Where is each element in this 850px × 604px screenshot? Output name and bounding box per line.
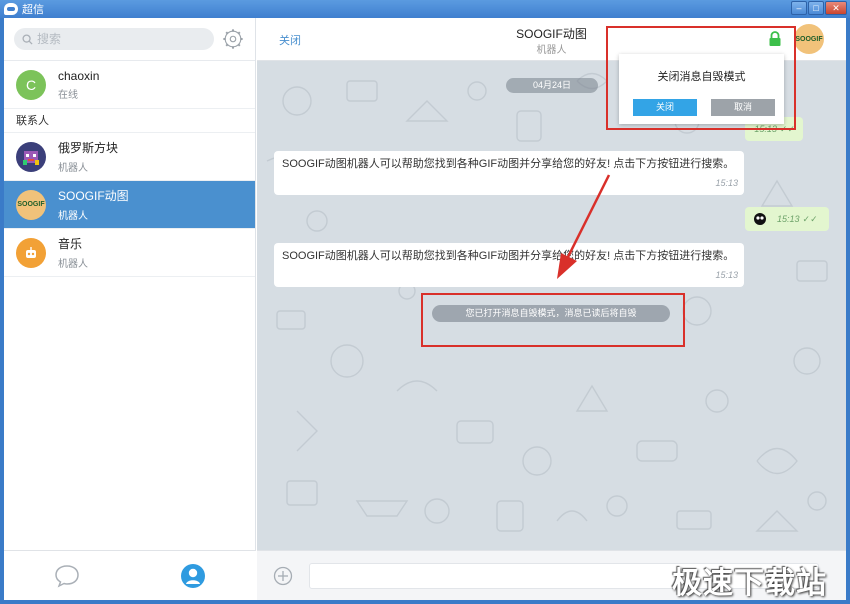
search-area [4, 18, 255, 61]
contact-item-soogif[interactable]: SOOGIF SOOGIF动图 机器人 [4, 181, 255, 229]
search-input[interactable] [37, 32, 197, 46]
minimize-button[interactable]: – [791, 1, 807, 15]
message-text: SOOGIF动图机器人可以帮助您找到各种GIF动图并分享给您的好友! 点击下方按… [282, 250, 735, 262]
window-title: 超信 [22, 4, 44, 16]
annotation-box-notice [421, 293, 685, 347]
message-time: 15:13 [715, 270, 738, 280]
contact-name: 音乐 [58, 237, 83, 251]
profile-status: 在线 [58, 89, 78, 101]
profile-name: chaoxin [58, 68, 100, 83]
sidebar-bottom-nav [4, 550, 256, 600]
read-check-icon: ✓✓ [802, 213, 818, 224]
contact-type: 机器人 [58, 163, 88, 174]
sidebar: C chaoxin 在线 联系人 俄罗斯方块 机器人 SOOGIF SOOGIF… [4, 18, 256, 600]
message-time: 15:13 [777, 214, 800, 224]
date-separator: 04月24日 [506, 78, 598, 93]
contact-item-music[interactable]: 音乐 机器人 [4, 229, 255, 277]
soogif-logo-text: SOOGIF [17, 201, 45, 208]
outgoing-message: 15:13 ✓✓ [745, 207, 829, 231]
message-area: 04月24日 15:13 ✓✓ SOOGIF动图机器人可以帮助您找到各种GIF动… [257, 61, 846, 550]
window-controls: – □ ✕ [791, 1, 847, 15]
watermark: 极速下载站 [672, 566, 827, 601]
app-logo-icon [4, 3, 18, 15]
incoming-message: SOOGIF动图机器人可以帮助您找到各种GIF动图并分享给您的好友! 点击下方按… [274, 243, 744, 287]
annotation-box-popup [606, 26, 796, 130]
message-time: 15:13 [715, 178, 738, 188]
maximize-button[interactable]: □ [808, 1, 824, 15]
contacts-icon[interactable] [180, 563, 206, 589]
contact-name: 俄罗斯方块 [58, 141, 119, 155]
music-avatar [16, 237, 46, 268]
contact-type: 机器人 [58, 211, 88, 222]
chat-avatar-text: SOOGIF [795, 35, 823, 43]
contact-name: SOOGIF动图 [58, 189, 129, 203]
incoming-message: SOOGIF动图机器人可以帮助您找到各种GIF动图并分享给您的好友! 点击下方按… [274, 151, 744, 195]
contact-item-tetris[interactable]: 俄罗斯方块 机器人 [4, 133, 255, 181]
music-bot-icon [26, 246, 36, 258]
gear-icon[interactable] [222, 28, 244, 50]
my-profile[interactable]: C chaoxin 在线 [4, 61, 255, 109]
add-attachment-icon[interactable] [273, 566, 293, 586]
soogif-avatar: SOOGIF [16, 189, 46, 220]
avatar-initial: C [25, 76, 37, 93]
chat-panel: 关闭 SOOGIF动图 机器人 SOOGIF 04月24日 15:13 ✓✓ S… [257, 18, 846, 600]
annotation-arrow [557, 174, 611, 279]
title-bar: 超信 – □ ✕ [0, 0, 850, 18]
contacts-section-label: 联系人 [4, 109, 255, 133]
contact-type: 机器人 [58, 259, 88, 270]
sticker-face-icon [754, 213, 766, 225]
message-text: SOOGIF动图机器人可以帮助您找到各种GIF动图并分享给您的好友! 点击下方按… [282, 158, 735, 170]
robot-face-icon [23, 150, 39, 165]
chat-avatar[interactable]: SOOGIF [794, 24, 824, 54]
close-window-button[interactable]: ✕ [825, 1, 847, 15]
app-frame: C chaoxin 在线 联系人 俄罗斯方块 机器人 SOOGIF SOOGIF… [4, 18, 846, 600]
chat-bubble-icon[interactable] [54, 564, 80, 588]
avatar: C [16, 69, 46, 100]
search-icon [22, 33, 33, 45]
search-box[interactable] [14, 28, 214, 50]
tetris-avatar [16, 141, 46, 172]
